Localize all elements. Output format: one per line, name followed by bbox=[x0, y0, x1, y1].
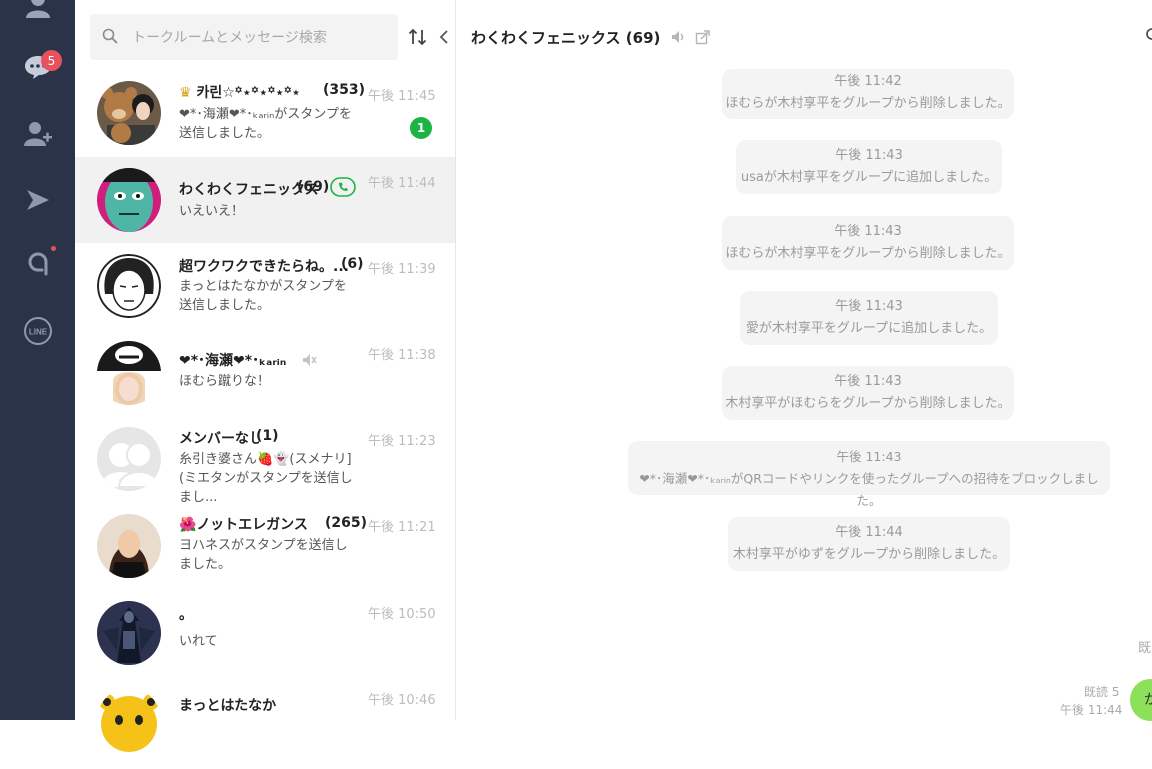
chat-preview: ほむら蹴りな！ bbox=[179, 374, 271, 389]
message-time: 午後 11:44 bbox=[835, 525, 903, 540]
chat-preview: いえいえ！ bbox=[179, 204, 245, 219]
chat-name: 。 bbox=[179, 607, 193, 623]
chat-time: 午後 11:38 bbox=[368, 348, 436, 363]
chat-time: 午後 11:23 bbox=[368, 434, 436, 449]
chat-row-not-elegance[interactable]: 🌺ノットエレガンス... (265) 午後 11:21 ヨハネスがスタンプを送信… bbox=[75, 507, 455, 593]
call-icon[interactable] bbox=[330, 177, 356, 197]
avatar bbox=[97, 254, 161, 318]
member-count: (353) bbox=[323, 82, 366, 98]
chat-row-karin[interactable]: ♛ 카린☆꙳⋆꙳⋆꙳⋆꙳⋆ (353) 午後 11:45 ❤︎*･海瀬❤︎*･ₖ… bbox=[75, 77, 455, 163]
avatar bbox=[97, 168, 161, 232]
conversation-panel: わくわくフェニックス (69) 午後 11:42 ほむらが木村享平をグループから… bbox=[456, 0, 1152, 721]
notification-dot bbox=[51, 246, 56, 251]
message-text: ❤︎*･海瀬❤︎*･ₖₐᵣᵢₙがQRコードやリンクを使ったグループへの招待をブロ… bbox=[639, 471, 1099, 508]
chat-row-chou-wakuwaku[interactable]: 超ワクワクできたらね。... (6) 午後 11:39 まっとはたなかがスタンプ… bbox=[75, 243, 455, 329]
chat-name: 超ワクワクできたらね。... bbox=[179, 259, 349, 275]
message-time: 午後 11:43 bbox=[836, 449, 902, 464]
message-text: 木村享平がほむらをグループから削除しました。 bbox=[725, 396, 1011, 411]
chat-row-matto-hatanaka[interactable]: まっとはたなか 午後 10:46 bbox=[75, 683, 455, 769]
message-text: ほむらが木村享平をグループから削除しました。 bbox=[725, 246, 1011, 261]
chat-time: 午後 11:44 bbox=[368, 176, 436, 191]
chat-time: 午後 11:39 bbox=[368, 262, 436, 277]
timeline-icon[interactable] bbox=[19, 181, 57, 219]
message-text: 木村享平がゆずをグループから削除しました。 bbox=[732, 547, 1006, 562]
mute-icon bbox=[303, 354, 317, 366]
add-friend-icon[interactable] bbox=[19, 115, 57, 153]
system-message: 午後 11:43 ❤︎*･海瀬❤︎*･ₖₐᵣᵢₙがQRコードやリンクを使ったグル… bbox=[628, 441, 1110, 508]
message-time: 午後 11:42 bbox=[834, 74, 902, 89]
avatar bbox=[97, 81, 161, 145]
chat-time: 午後 10:50 bbox=[368, 607, 436, 622]
system-message: 午後 11:42 ほむらが木村享平をグループから削除しました。 bbox=[722, 69, 1014, 119]
chat-preview: まっとはたなかがスタンプを送信しました。 bbox=[179, 279, 347, 313]
chat-row-kaise-karin[interactable]: ❤︎*･海瀬❤︎*･ₖₐᵣᵢₙ 午後 11:38 ほむら蹴りな！ bbox=[75, 332, 455, 418]
chat-preview: いれて bbox=[179, 634, 218, 649]
system-message: 午後 11:43 愛が木村享平をグループに追加しました。 bbox=[740, 291, 998, 345]
collapse-chevron-icon[interactable] bbox=[437, 27, 451, 47]
member-count: (265) bbox=[325, 515, 368, 531]
chat-row-wakuwaku-phoenix[interactable]: わくわくフェニックス (69) 午後 11:44 いえいえ！ bbox=[75, 157, 455, 243]
chat-time: 午後 11:45 bbox=[368, 89, 436, 104]
mute-icon[interactable] bbox=[670, 29, 686, 45]
message-text: か bbox=[1144, 692, 1152, 708]
search-box[interactable] bbox=[90, 14, 398, 60]
avatar bbox=[97, 688, 161, 752]
unread-count-badge: 1 bbox=[410, 117, 432, 139]
svg-text:LINE: LINE bbox=[29, 328, 48, 337]
left-nav: 5 LINE bbox=[0, 0, 75, 720]
friends-icon[interactable] bbox=[19, 0, 57, 24]
message-time: 午後 11:43 bbox=[835, 299, 903, 314]
chat-time: 午後 10:46 bbox=[368, 693, 436, 708]
member-count: (6) bbox=[341, 256, 364, 272]
chat-name: メンバーなし bbox=[179, 431, 259, 447]
line-icon[interactable]: LINE bbox=[19, 312, 57, 350]
chat-name: 🌺ノットエレガンス... bbox=[179, 517, 309, 533]
chat-preview: ❤︎*･海瀬❤︎*･ₖₐᵣᵢₙがスタンプを送信しました。 bbox=[179, 107, 352, 141]
message-text: 愛が木村享平をグループに追加しました。 bbox=[745, 321, 993, 336]
chat-preview: ヨハネスがスタンプを送信しました。 bbox=[179, 538, 348, 572]
read-count: 既読 5 bbox=[1084, 685, 1120, 699]
system-message: 午後 11:43 usaが木村享平をグループに追加しました。 bbox=[736, 140, 1002, 194]
avatar bbox=[97, 341, 161, 405]
sort-icon[interactable] bbox=[407, 26, 429, 48]
chat-row-maru[interactable]: 。 午後 10:50 いれて bbox=[75, 594, 455, 680]
system-message: 午後 11:44 木村享平がゆずをグループから削除しました。 bbox=[728, 517, 1010, 571]
search-input[interactable] bbox=[130, 26, 389, 50]
chat-row-no-members[interactable]: メンバーなし (1) 午後 11:23 糸引き婆さん🍓👻(スメナリ](ミエタンが… bbox=[75, 418, 455, 505]
search-icon[interactable] bbox=[1144, 27, 1152, 43]
avatar bbox=[97, 601, 161, 665]
unread-badge: 5 bbox=[41, 50, 62, 71]
member-count: (69) bbox=[297, 179, 330, 195]
read-status: 既 bbox=[1138, 641, 1152, 656]
chat-list-panel: ♛ 카린☆꙳⋆꙳⋆꙳⋆꙳⋆ (353) 午後 11:45 ❤︎*･海瀬❤︎*･ₖ… bbox=[75, 0, 456, 752]
message-time: 午後 11:44 bbox=[1060, 703, 1123, 717]
chat-name: まっとはたなか bbox=[179, 698, 277, 714]
chat-time: 午後 11:21 bbox=[368, 520, 436, 535]
message-text: usaが木村享平をグループに追加しました。 bbox=[740, 170, 998, 185]
message-time: 午後 11:43 bbox=[834, 224, 902, 239]
chat-name: ❤︎*･海瀬❤︎*･ₖₐᵣᵢₙ bbox=[179, 353, 287, 369]
message-bubble[interactable]: か bbox=[1130, 679, 1152, 721]
chat-name: 카린☆꙳⋆꙳⋆꙳⋆꙳⋆ bbox=[196, 85, 301, 101]
default-group-avatar bbox=[97, 427, 161, 491]
chat-preview: 糸引き婆さん🍓👻(スメナリ](ミエタンがスタンプを送信しまし... bbox=[179, 452, 353, 505]
system-message: 午後 11:43 木村享平がほむらをグループから削除しました。 bbox=[722, 366, 1014, 420]
search-icon bbox=[102, 28, 118, 44]
message-text: ほむらが木村享平をグループから削除しました。 bbox=[725, 96, 1011, 111]
system-message: 午後 11:43 ほむらが木村享平をグループから削除しました。 bbox=[722, 216, 1014, 270]
conversation-title: わくわくフェニックス (69) bbox=[471, 29, 661, 47]
message-time: 午後 11:43 bbox=[834, 374, 902, 389]
message-time: 午後 11:43 bbox=[835, 148, 903, 163]
avatar bbox=[97, 514, 161, 578]
member-count: (1) bbox=[256, 428, 279, 444]
popout-icon[interactable] bbox=[695, 29, 711, 45]
crown-icon: ♛ bbox=[179, 85, 197, 101]
